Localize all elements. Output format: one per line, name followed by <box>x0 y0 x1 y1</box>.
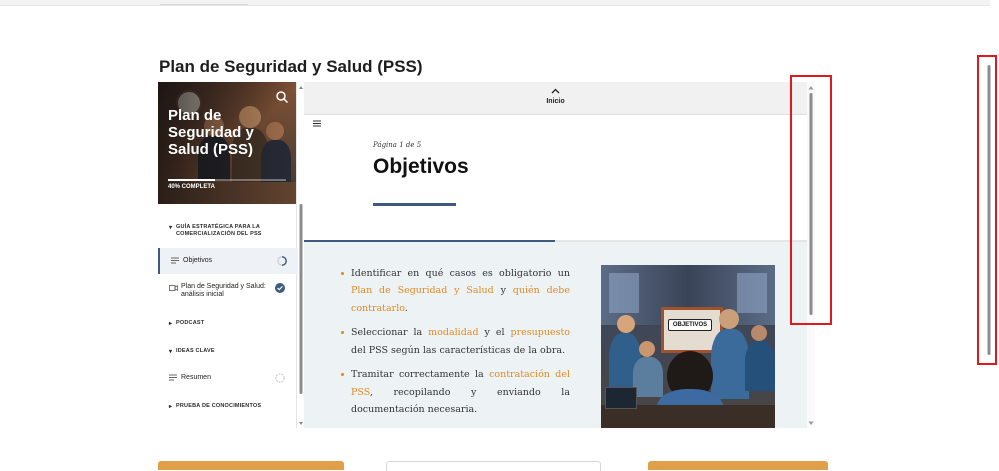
bottom-card-right[interactable] <box>648 461 828 470</box>
sidebar-item-resumen[interactable]: Resumen <box>158 369 296 387</box>
objectives-illustration: OBJETIVOS <box>601 265 775 428</box>
objective-item: Identificar en qué casos es obligatorio … <box>341 265 570 317</box>
objectives-list: Identificar en qué casos es obligatorio … <box>341 265 570 428</box>
heading-underline <box>373 203 456 206</box>
objective-text: y <box>493 285 513 297</box>
section-podcast[interactable]: ▸ PODCAST <box>169 320 204 327</box>
page-title: Plan de Seguridad y Salud (PSS) <box>159 57 423 76</box>
sign-label: OBJETIVOS <box>668 319 712 331</box>
lines-icon <box>169 374 177 381</box>
chevron-down-icon: ▾ <box>169 225 173 231</box>
objective-item: Tramitar correctamente la contratación d… <box>341 366 570 418</box>
sidebar-item-label: Resumen <box>181 374 211 381</box>
top-bar <box>0 0 990 6</box>
chevron-down-icon: ▾ <box>169 349 173 355</box>
sidebar-item-analisis[interactable]: Plan de Seguridad y Salud: análisis inic… <box>158 281 296 303</box>
inicio-nav[interactable]: Inicio <box>304 82 807 115</box>
highlight-text: presupuesto <box>510 327 570 339</box>
bottom-card-left[interactable] <box>158 461 344 470</box>
course-sidebar: Plan de Seguridad y Salud (PSS) 40% COMP… <box>158 82 298 428</box>
progress-text: 40% COMPLETA <box>168 184 215 190</box>
menu-icon[interactable] <box>313 120 321 127</box>
objective-text: , recopilando y enviando la documentació… <box>351 386 570 416</box>
video-icon <box>169 285 178 291</box>
page-indicator: Página 1 de 5 <box>373 141 422 149</box>
lines-icon <box>171 257 179 264</box>
cover-title: Plan de Seguridad y Salud (PSS) <box>168 107 254 158</box>
objective-text: Seleccionar la <box>351 327 429 339</box>
objective-item: Seleccionar la modalidad y el presupuest… <box>341 324 570 359</box>
sidebar-item-label: Plan de Seguridad y Salud: análisis inic… <box>181 283 266 298</box>
inicio-label: Inicio <box>546 98 565 105</box>
objective-text: y el <box>478 327 511 339</box>
section-ideas-clave[interactable]: ▾ IDEAS CLAVE <box>169 348 215 355</box>
progress-bar <box>168 179 286 181</box>
top-divider <box>160 4 248 5</box>
section-prueba[interactable]: ▸ PRUEBA DE CONOCIMIENTOS <box>169 403 261 410</box>
chevron-up-icon <box>551 88 560 94</box>
lesson-panel: Inicio Página 1 de 5 Objetivos Identific… <box>304 82 807 428</box>
objective-text: Tramitar correctamente la <box>351 369 490 381</box>
objective-item: Responder a las dudas habituales de los … <box>341 426 570 428</box>
lesson-heading: Objetivos <box>373 155 469 178</box>
sidebar-item-label: Objetivos <box>183 257 213 264</box>
course-frame: Plan de Seguridad y Salud (PSS) 40% COMP… <box>158 82 815 428</box>
search-icon[interactable] <box>275 90 289 104</box>
chevron-right-icon: ▸ <box>169 404 173 410</box>
chevron-right-icon: ▸ <box>169 321 173 327</box>
check-complete-icon <box>275 283 285 293</box>
highlight-text: Plan de Seguridad y Salud <box>351 285 494 297</box>
section-guia[interactable]: ▾ GUÍA ESTRATÉGICA PARA LA COMERCIALIZAC… <box>169 224 296 238</box>
highlight-text: modalidad <box>428 327 479 339</box>
in-progress-icon <box>277 256 287 266</box>
course-cover: Plan de Seguridad y Salud (PSS) 40% COMP… <box>158 82 296 204</box>
highlight-box-lesson-scrollbar <box>790 75 832 325</box>
sidebar-item-objetivos[interactable]: Objetivos <box>158 248 298 274</box>
objective-text: . <box>404 302 408 314</box>
progress-fill <box>168 179 216 181</box>
not-started-icon <box>275 373 285 383</box>
objective-text: Identificar en qué casos es obligatorio … <box>351 268 570 279</box>
objective-text: del PSS según las características de la … <box>351 344 566 356</box>
highlight-box-page-scrollbar <box>977 55 997 365</box>
